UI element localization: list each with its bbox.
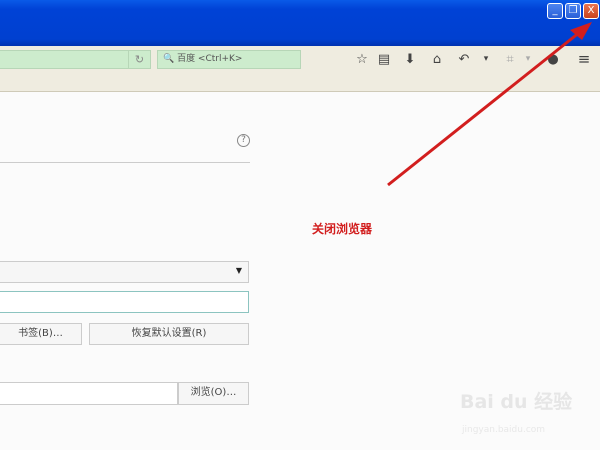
annotation-arrow (387, 22, 592, 187)
watermark-url: jingyan.baidu.com (462, 425, 546, 435)
watermark-logo: Bai du 经验 (460, 391, 573, 413)
